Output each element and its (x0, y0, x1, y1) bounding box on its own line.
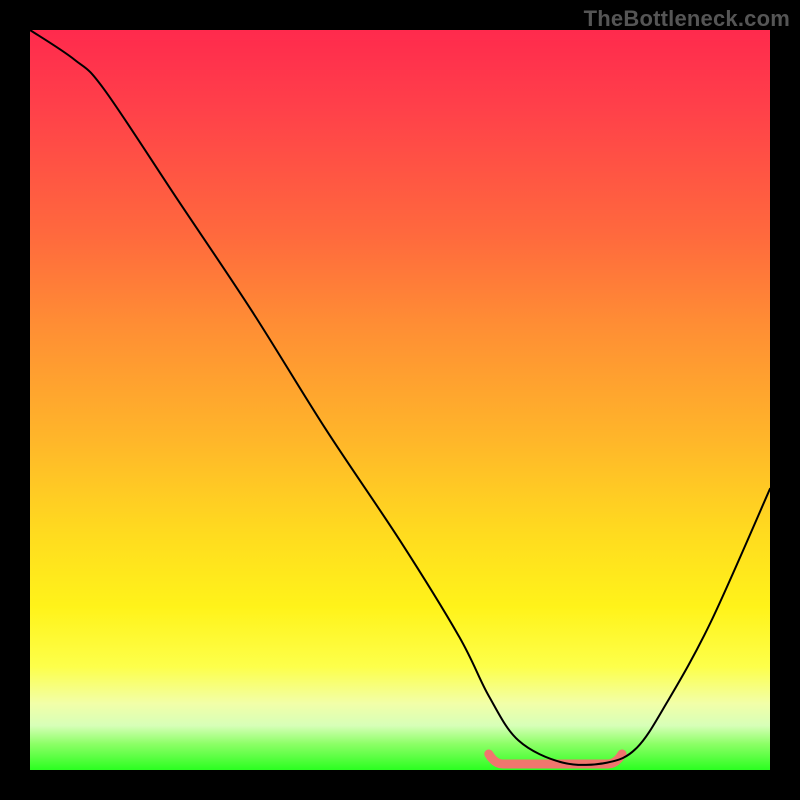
bottleneck-curve (30, 30, 770, 770)
plot-area (30, 30, 770, 770)
chart-frame: TheBottleneck.com (0, 0, 800, 800)
watermark-text: TheBottleneck.com (584, 6, 790, 32)
valley-highlight (30, 30, 770, 770)
